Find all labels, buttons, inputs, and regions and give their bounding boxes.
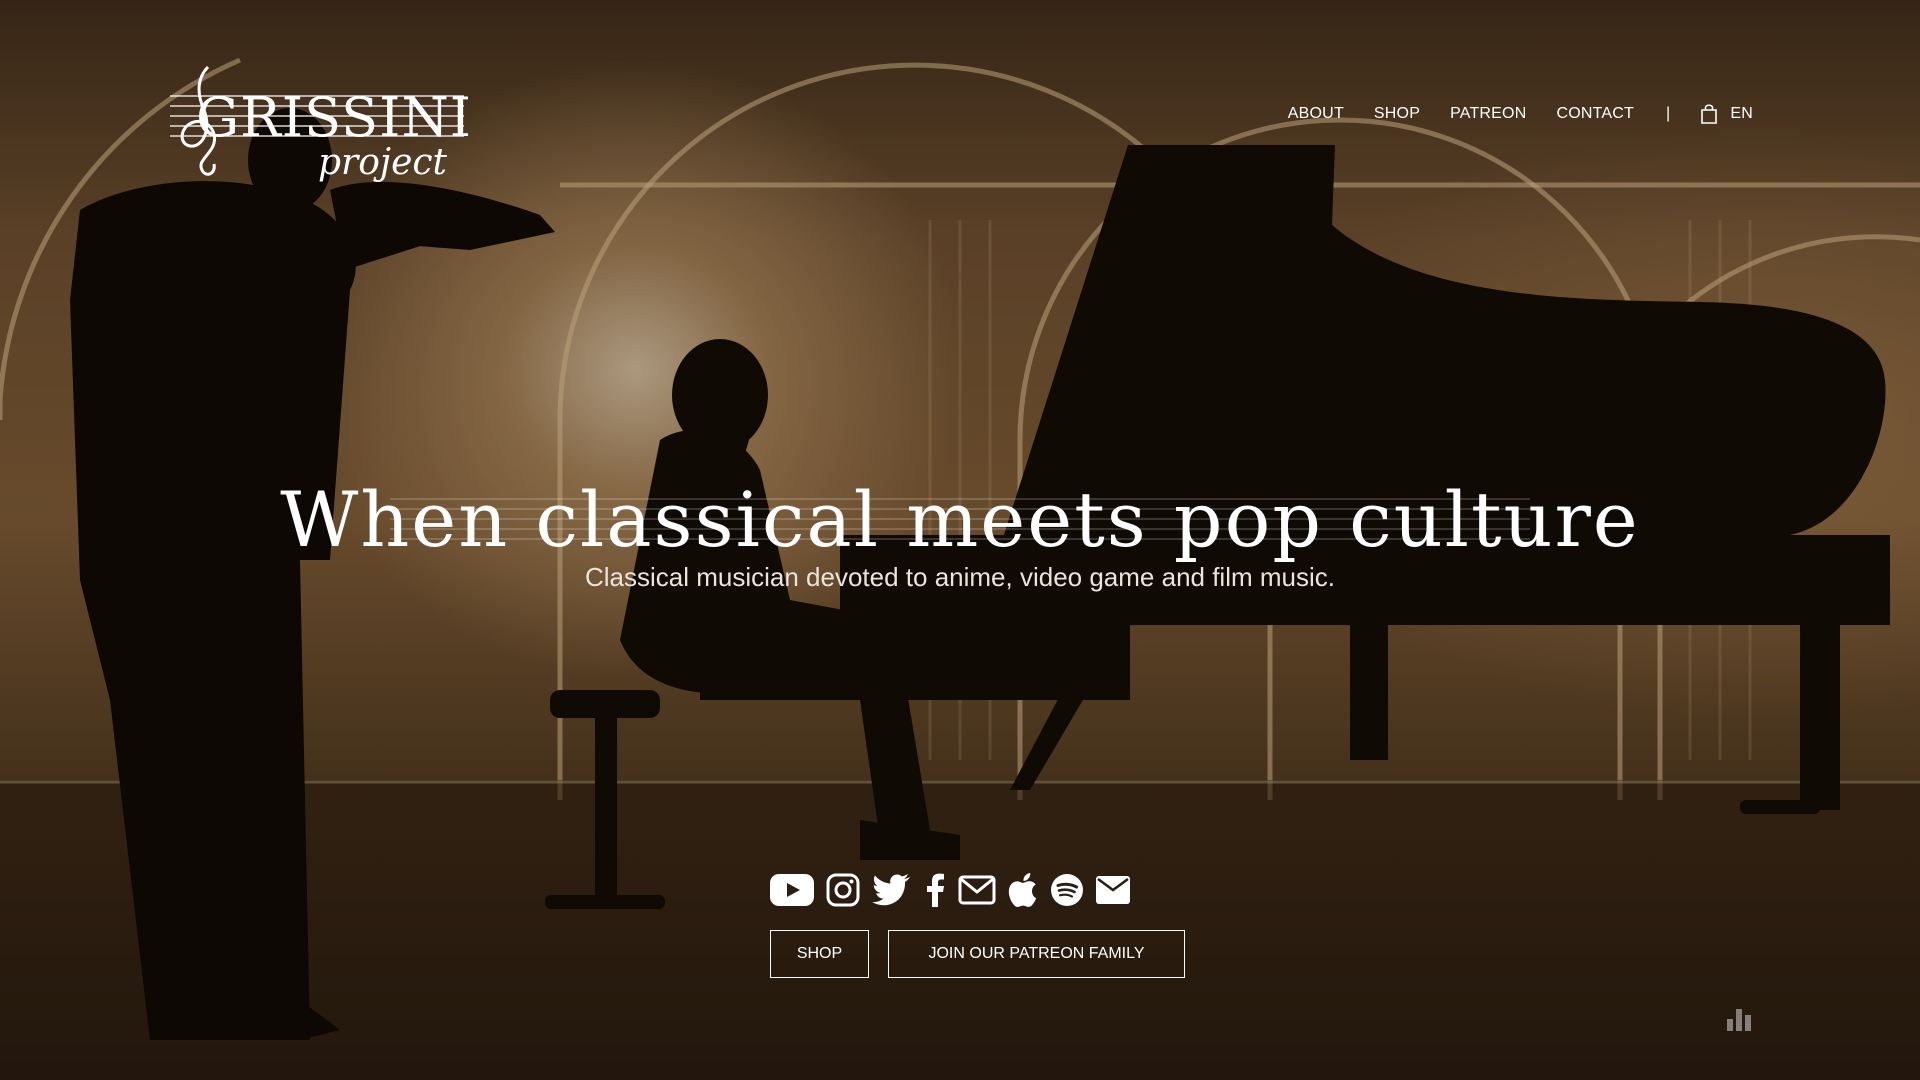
shop-button[interactable]: SHOP — [770, 930, 869, 978]
nav-shop[interactable]: SHOP — [1374, 105, 1420, 123]
logo-subtitle: project — [318, 142, 448, 183]
spotify-icon[interactable] — [1050, 873, 1084, 907]
social-links — [770, 868, 1142, 912]
email-filled-icon[interactable] — [1096, 876, 1130, 904]
facebook-icon[interactable] — [924, 873, 946, 907]
nav-contact[interactable]: CONTACT — [1556, 105, 1634, 123]
bar-chart-icon[interactable] — [1726, 1005, 1752, 1031]
instagram-icon[interactable] — [826, 873, 860, 907]
email-outline-icon[interactable] — [958, 875, 996, 905]
nav-about[interactable]: ABOUT — [1288, 105, 1344, 123]
main-nav: ABOUT SHOP PATREON CONTACT | EN — [1288, 100, 1753, 128]
logo-graphic: GRISSINI project — [170, 65, 471, 183]
hero-subtitle: Classical musician devoted to anime, vid… — [584, 562, 1335, 592]
language-selector[interactable]: EN — [1730, 105, 1753, 123]
nav-patreon[interactable]: PATREON — [1450, 105, 1526, 123]
logo-wordmark: GRISSINI — [196, 86, 468, 149]
twitter-icon[interactable] — [872, 873, 912, 907]
join-patreon-button[interactable]: JOIN OUR PATREON FAMILY — [888, 930, 1185, 978]
youtube-icon[interactable] — [770, 874, 814, 906]
hero-title: When classical meets pop culture — [280, 475, 1640, 564]
shopping-bag-icon[interactable] — [1700, 103, 1718, 125]
nav-separator: | — [1666, 105, 1671, 122]
grissini-project-logo[interactable]: GRISSINI project — [168, 62, 471, 188]
apple-icon[interactable] — [1008, 873, 1038, 907]
